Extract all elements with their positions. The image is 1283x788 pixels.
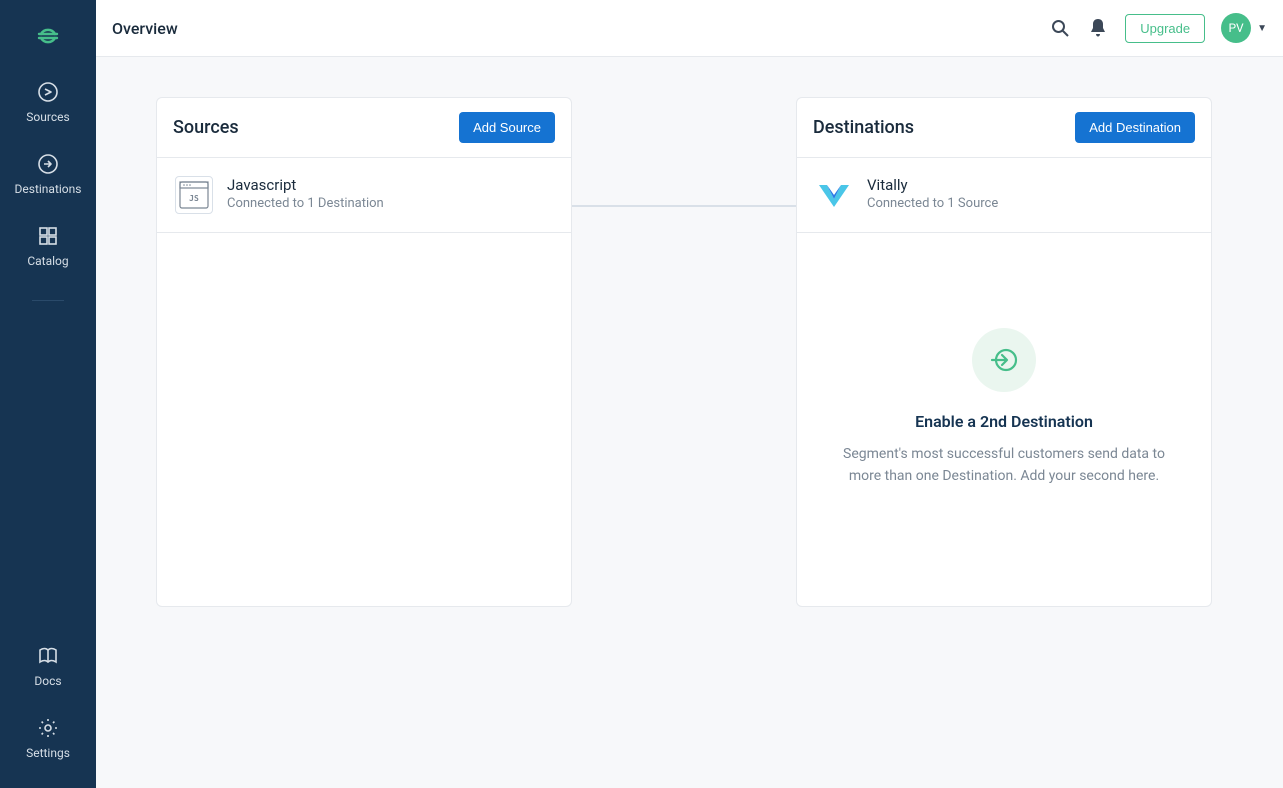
upgrade-button[interactable]: Upgrade bbox=[1125, 14, 1205, 43]
sidebar-item-label: Sources bbox=[26, 110, 69, 124]
source-item-name: Javascript bbox=[227, 176, 384, 194]
promo-body: Segment's most successful customers send… bbox=[841, 443, 1167, 488]
add-source-button[interactable]: Add Source bbox=[459, 112, 555, 143]
sidebar-item-label: Catalog bbox=[27, 254, 68, 268]
settings-icon bbox=[36, 716, 60, 740]
notifications-button[interactable] bbox=[1087, 17, 1109, 39]
content: Sources Add Source JS Javascript Connect… bbox=[96, 57, 1283, 788]
destination-promo: Enable a 2nd Destination Segment's most … bbox=[797, 233, 1211, 606]
sources-panel: Sources Add Source JS Javascript Connect… bbox=[156, 97, 572, 607]
sidebar-item-label: Docs bbox=[34, 674, 61, 688]
sources-panel-title: Sources bbox=[173, 117, 239, 138]
page-title: Overview bbox=[112, 19, 178, 38]
promo-title: Enable a 2nd Destination bbox=[915, 412, 1093, 431]
chevron-down-icon: ▼ bbox=[1257, 23, 1267, 34]
svg-text:JS: JS bbox=[189, 194, 199, 203]
sidebar-item-sources[interactable]: Sources bbox=[26, 80, 69, 124]
sidebar-item-label: Settings bbox=[26, 746, 70, 760]
avatar: PV bbox=[1221, 13, 1251, 43]
destinations-panel-title: Destinations bbox=[813, 117, 914, 138]
source-item-sub: Connected to 1 Destination bbox=[227, 196, 384, 211]
destination-item-name: Vitally bbox=[867, 176, 998, 194]
user-menu[interactable]: PV ▼ bbox=[1221, 13, 1267, 43]
vitally-icon bbox=[815, 176, 853, 214]
destination-item-sub: Connected to 1 Source bbox=[867, 196, 998, 211]
destinations-icon bbox=[36, 152, 60, 176]
bell-icon bbox=[1089, 18, 1107, 38]
sidebar-item-catalog[interactable]: Catalog bbox=[27, 224, 68, 268]
app-logo[interactable] bbox=[32, 20, 64, 52]
javascript-icon: JS bbox=[175, 176, 213, 214]
catalog-icon bbox=[36, 224, 60, 248]
search-button[interactable] bbox=[1049, 17, 1071, 39]
sidebar-item-docs[interactable]: Docs bbox=[34, 644, 61, 688]
destinations-panel: Destinations Add Destination Vitally Con… bbox=[796, 97, 1212, 607]
sidebar-item-label: Destinations bbox=[15, 182, 82, 196]
topbar: Overview Upgrade PV ▼ bbox=[96, 0, 1283, 57]
promo-enter-icon bbox=[972, 328, 1036, 392]
sidebar: Sources Destinations Catalog bbox=[0, 0, 96, 788]
add-destination-button[interactable]: Add Destination bbox=[1075, 112, 1195, 143]
segment-logo-icon bbox=[34, 22, 62, 50]
sidebar-divider bbox=[32, 300, 64, 301]
sources-icon bbox=[36, 80, 60, 104]
docs-icon bbox=[36, 644, 60, 668]
sidebar-item-settings[interactable]: Settings bbox=[26, 716, 70, 760]
source-item[interactable]: JS Javascript Connected to 1 Destination bbox=[157, 158, 571, 233]
sidebar-item-destinations[interactable]: Destinations bbox=[15, 152, 82, 196]
search-icon bbox=[1050, 18, 1070, 38]
destination-item[interactable]: Vitally Connected to 1 Source bbox=[797, 158, 1211, 233]
